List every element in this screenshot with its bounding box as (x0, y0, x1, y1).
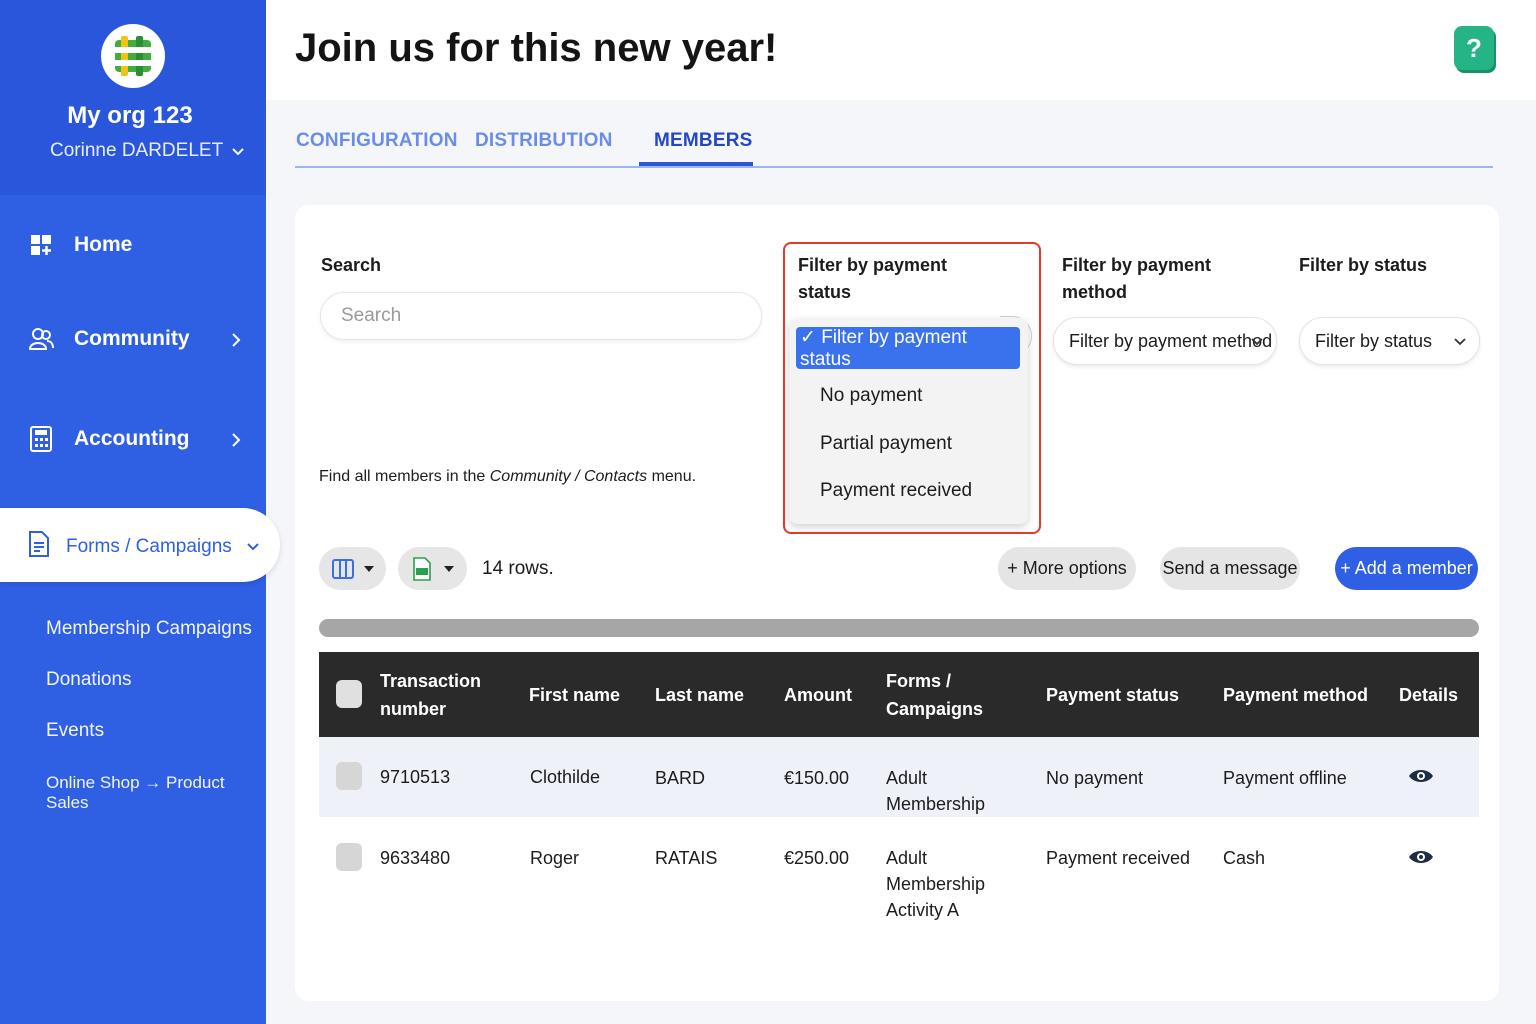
document-icon (28, 530, 50, 564)
members-hint: Find all members in the Community / Cont… (319, 468, 696, 486)
cell-campaign: Adult Membership Activity A (886, 848, 986, 920)
user-name[interactable]: Corinne DARDELET (50, 140, 223, 162)
table-row[interactable]: 9633480 Roger RATAIS €250.00 Adult Membe… (319, 817, 1479, 920)
sidebar-item-label: Community (74, 327, 190, 350)
add-member-button[interactable]: + Add a member (1335, 547, 1478, 590)
chevron-down-icon[interactable] (230, 144, 246, 160)
sidebar-subitem-donations[interactable]: Donations (46, 669, 132, 691)
hashtag-logo-icon (112, 36, 154, 76)
payment-method-filter-label: Filter by payment method (1062, 255, 1212, 302)
cell-campaign: Adult Membership (886, 768, 986, 814)
sidebar: My org 123 Corinne DARDELET Home Communi… (0, 0, 280, 1024)
column-header: Details (1399, 685, 1459, 705)
sidebar-item-accounting[interactable]: Accounting (28, 426, 190, 452)
calculator-icon (28, 426, 54, 452)
payment-method-select-value: Filter by payment method (1069, 330, 1273, 351)
payment-method-select[interactable]: Filter by payment method (1053, 317, 1277, 365)
sidebar-subitem-membership-campaigns[interactable]: Membership Campaigns (46, 618, 252, 640)
column-header[interactable]: Forms / Campaigns (886, 667, 986, 723)
sidebar-subitem-events[interactable]: Events (46, 720, 104, 742)
highlight-box (783, 242, 1041, 534)
chevron-down-icon (1454, 338, 1466, 346)
search-input[interactable] (320, 292, 762, 340)
column-header[interactable]: Transaction number (380, 667, 490, 723)
export-button[interactable] (398, 547, 467, 590)
sidebar-item-label: Forms / Campaigns (66, 536, 232, 557)
cell-amount: €250.00 (784, 848, 850, 868)
cell-first-name: Clothilde (530, 767, 601, 787)
sidebar-item-label: Accounting (74, 427, 190, 450)
send-message-button[interactable]: Send a message (1160, 547, 1300, 590)
row-checkbox[interactable] (336, 762, 362, 790)
cell-payment-status: Payment received (1046, 848, 1191, 868)
eye-icon[interactable] (1408, 848, 1434, 866)
page-header: Join us for this new year! ? (266, 0, 1536, 100)
cell-payment-method: Payment offline (1223, 768, 1347, 788)
column-header[interactable]: Amount (784, 681, 852, 709)
more-options-button[interactable]: + More options (998, 547, 1136, 590)
chevron-right-icon[interactable] (229, 432, 243, 448)
page-title: Join us for this new year! (295, 26, 778, 70)
row-checkbox[interactable] (336, 843, 362, 871)
cell-first-name: Roger (530, 848, 580, 868)
cell-last-name: RATAIS (655, 848, 718, 868)
status-select[interactable]: Filter by status (1299, 317, 1480, 365)
sidebar-subitem-online-shop[interactable]: Online Shop → Product Sales (46, 773, 266, 813)
chevron-down-icon (1251, 338, 1263, 346)
sidebar-item-community[interactable]: Community (28, 326, 190, 352)
hint-link-text: Community / Contacts (489, 468, 648, 485)
hint-text: Find all members in the (319, 468, 490, 485)
people-icon (28, 326, 54, 352)
chevron-right-icon[interactable] (229, 332, 243, 348)
tab-bar: CONFIGURATION DISTRIBUTION MEMBERS (295, 126, 1493, 168)
home-grid-icon (28, 232, 54, 258)
column-header[interactable]: First name (529, 681, 620, 709)
status-select-value: Filter by status (1315, 330, 1433, 351)
column-header[interactable]: Payment status (1046, 681, 1179, 709)
eye-icon[interactable] (1408, 767, 1434, 785)
cell-payment-status: No payment (1046, 768, 1144, 788)
tab-configuration[interactable]: CONFIGURATION (296, 130, 458, 152)
chevron-down-icon[interactable] (246, 540, 260, 554)
active-tab-indicator (639, 162, 753, 166)
rows-count: 14 rows. (482, 558, 554, 579)
excel-file-icon (412, 556, 431, 581)
cell-payment-method: Cash (1223, 848, 1266, 868)
search-label: Search (321, 255, 382, 275)
cell-transaction: 9633480 (380, 848, 451, 868)
column-header[interactable]: Last name (655, 681, 744, 709)
org-name: My org 123 (67, 102, 193, 129)
status-filter-label: Filter by status (1299, 255, 1428, 275)
tab-distribution[interactable]: DISTRIBUTION (475, 130, 613, 152)
select-all-checkbox[interactable] (336, 680, 362, 708)
org-logo (101, 24, 165, 88)
cell-amount: €150.00 (784, 768, 850, 788)
table-header: Transaction number First name Last name … (319, 652, 1479, 737)
columns-button[interactable] (319, 547, 386, 590)
org-header: My org 123 Corinne DARDELET (0, 0, 266, 195)
horizontal-scrollbar[interactable] (319, 619, 1479, 637)
column-header[interactable]: Payment method (1223, 681, 1368, 709)
columns-icon (331, 558, 354, 579)
caret-down-icon (363, 565, 374, 572)
help-button[interactable]: ? (1454, 26, 1494, 70)
tab-members[interactable]: MEMBERS (654, 130, 753, 152)
sidebar-item-home[interactable]: Home (28, 232, 132, 258)
cell-last-name: BARD (655, 768, 706, 788)
caret-down-icon (443, 565, 454, 572)
sidebar-item-forms-campaigns[interactable]: Forms / Campaigns (0, 508, 280, 582)
sidebar-item-label: Home (74, 233, 133, 256)
hint-suffix: menu. (647, 468, 697, 485)
table-row[interactable]: 9710513 Clothilde BARD €150.00 Adult Mem… (319, 737, 1479, 817)
cell-transaction: 9710513 (380, 767, 451, 787)
